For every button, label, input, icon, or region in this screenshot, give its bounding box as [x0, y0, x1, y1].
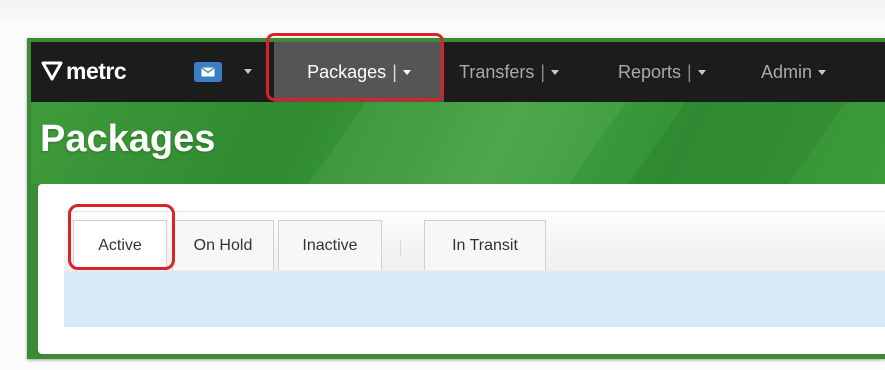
- nav-reports[interactable]: Reports |: [618, 42, 706, 102]
- chevron-down-icon: [551, 69, 560, 75]
- tab-in-transit-label: In Transit: [452, 236, 518, 254]
- nav-transfers-label: Transfers: [459, 61, 535, 82]
- envelope-icon: [201, 67, 215, 77]
- page-title: Packages: [40, 118, 216, 160]
- tab-inactive-label: Inactive: [302, 236, 358, 254]
- nav-admin[interactable]: Admin: [761, 42, 827, 102]
- active-tab-highlight: [68, 204, 175, 270]
- top-fade: [0, 0, 885, 22]
- tab-on-hold-label: On Hold: [193, 236, 253, 254]
- nav-admin-label: Admin: [761, 61, 813, 82]
- tab-inactive[interactable]: Inactive: [278, 220, 382, 270]
- brand-name: metrc: [66, 57, 127, 84]
- brand-logo[interactable]: metrc: [41, 56, 127, 86]
- nav-reports-label: Reports: [618, 61, 682, 82]
- tab-on-hold[interactable]: On Hold: [172, 220, 274, 270]
- chevron-down-icon: [697, 69, 706, 75]
- grid-toolbar-area: [64, 271, 885, 327]
- tab-in-transit[interactable]: In Transit: [424, 220, 546, 270]
- packages-menu-highlight: [266, 33, 444, 101]
- chevron-down-icon: [818, 69, 827, 75]
- tab-divider: [400, 240, 401, 256]
- nav-transfers[interactable]: Transfers |: [459, 42, 560, 102]
- metrc-logo-icon: [41, 61, 63, 81]
- messages-dropdown-caret-icon[interactable]: [244, 69, 252, 74]
- top-navbar: metrc Packages | Transfers | Reports | A…: [31, 42, 885, 102]
- messages-button[interactable]: [194, 62, 222, 82]
